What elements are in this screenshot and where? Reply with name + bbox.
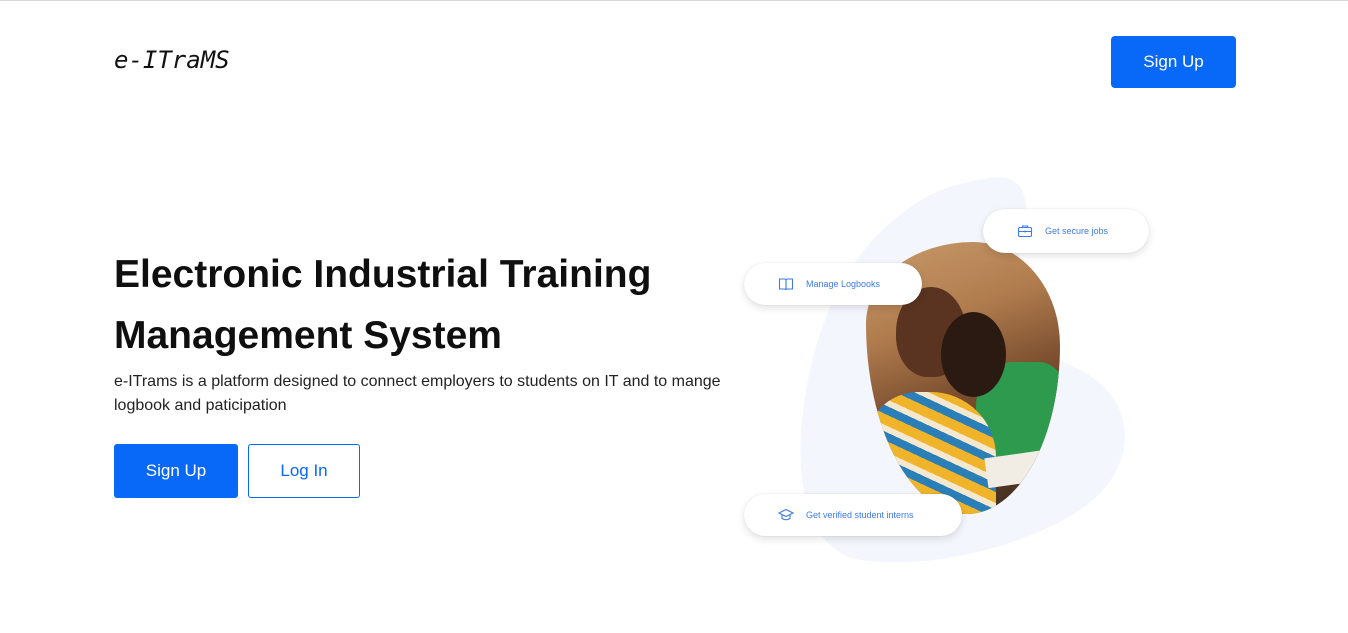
book-icon (778, 276, 794, 292)
header-signup-button[interactable]: Sign Up (1111, 36, 1236, 88)
graduation-cap-icon (777, 507, 795, 523)
badge-verified-interns: Get verified student interns (744, 494, 962, 536)
badge-secure-jobs: Get secure jobs (983, 209, 1149, 253)
briefcase-icon (1017, 223, 1033, 239)
hero-signup-button[interactable]: Sign Up (114, 444, 238, 498)
top-border (0, 0, 1348, 1)
hero-title: Electronic Industrial Training Managemen… (114, 253, 652, 357)
hero-description: e-ITrams is a platform designed to conne… (114, 373, 721, 414)
hero-login-button[interactable]: Log In (248, 444, 360, 498)
logo[interactable]: e-ITraMS (114, 46, 230, 74)
badge-label: Get verified student interns (806, 510, 914, 520)
badge-manage-logbooks: Manage Logbooks (744, 263, 922, 305)
badge-label: Get secure jobs (1045, 226, 1109, 236)
badge-label: Manage Logbooks (806, 279, 881, 289)
